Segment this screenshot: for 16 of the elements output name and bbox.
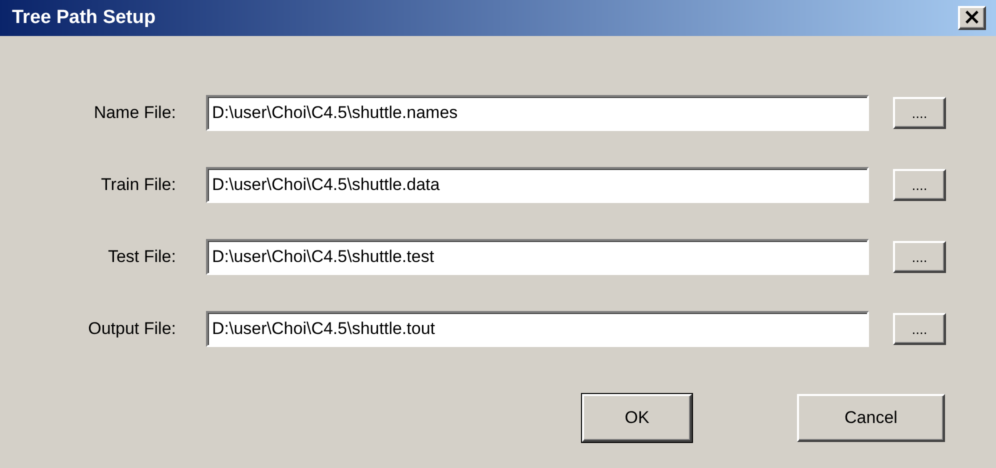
- file-path-field[interactable]: D:\user\Choi\C4.5\shuttle.tout: [206, 311, 869, 347]
- window-title: Tree Path Setup: [12, 7, 156, 29]
- field-label: Test File:: [106, 247, 176, 267]
- field-label: Name File:: [92, 103, 176, 123]
- ok-button[interactable]: OK: [582, 394, 692, 442]
- browse-button[interactable]: ....: [893, 241, 946, 273]
- file-path-field[interactable]: D:\user\Choi\C4.5\shuttle.names: [206, 95, 869, 131]
- file-path-field[interactable]: D:\user\Choi\C4.5\shuttle.test: [206, 239, 869, 275]
- field-label: Train File:: [100, 175, 176, 195]
- file-path-field[interactable]: D:\user\Choi\C4.5\shuttle.data: [206, 167, 869, 203]
- browse-button[interactable]: ....: [893, 313, 946, 345]
- browse-button[interactable]: ....: [893, 97, 946, 129]
- field-label: Output File:: [87, 319, 176, 339]
- close-button[interactable]: ×: [958, 6, 986, 30]
- browse-button[interactable]: ....: [893, 169, 946, 201]
- cancel-button[interactable]: Cancel: [797, 394, 945, 442]
